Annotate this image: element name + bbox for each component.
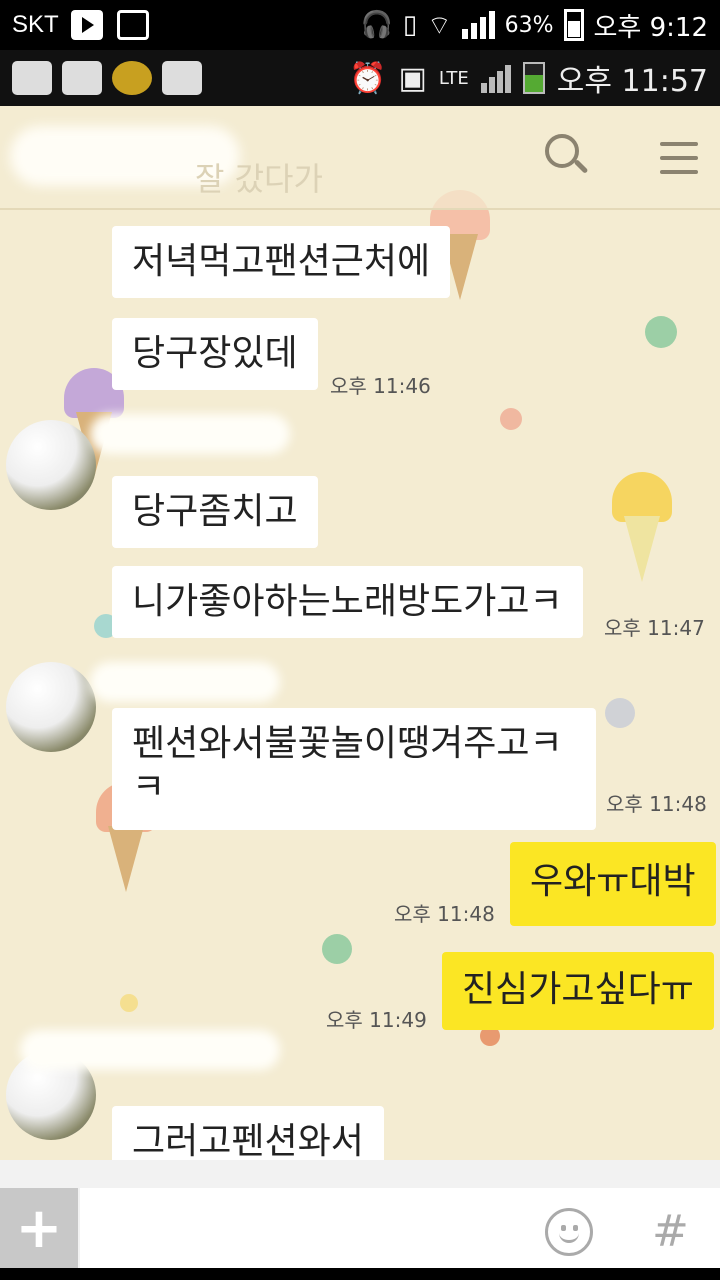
decor-dot [605,698,635,728]
message-time: 오후 11:48 [606,792,707,816]
message-bubble: 저녁먹고팬션근처에 [112,226,451,298]
input-bar: + # [0,1160,720,1268]
headset-icon: 🎧 [360,10,393,40]
battery-icon [522,62,545,94]
chat-header: 잘 갔다가 [0,106,720,210]
plus-button[interactable]: + [0,1188,78,1268]
clock: 오후 11:57 [556,64,708,99]
signal-icon [461,11,495,39]
my-message-bubble: 진심가고싶다ㅠ [442,952,714,1030]
message-time: 오후 11:48 [394,902,495,926]
sender-name-redacted [20,1030,280,1070]
message-time: 오후 11:47 [604,616,705,640]
message-bubble: 당구좀치고 [112,476,318,548]
battery-percent: 63% [504,12,554,38]
carrier-label: SKT [12,11,59,38]
alarm-icon: ⏰ [349,60,387,96]
message-bubble: 펜션와서불꽃놀이땡겨주고ㅋ ㅋ [112,708,596,830]
message-input[interactable] [80,1188,720,1268]
wifi-icon: ⌔ [427,10,452,41]
chat-area[interactable]: 잘 갔다가 저녁먹고팬션근처에 당구장있데 오후 11:46 당구좀치고 니가좋… [0,106,720,1160]
gallery-icon [62,61,102,95]
play-icon [70,10,103,40]
inner-status-bar: ⏰ ▣ LTE 오후 11:57 [0,50,720,106]
chat-subtitle: 잘 갔다가 [195,160,323,198]
avatar[interactable] [6,662,96,752]
sharp-search-button[interactable]: # [652,1206,689,1257]
emoticon-icon[interactable] [545,1208,593,1256]
vibrate-icon: ▯ [402,10,418,40]
decor-dot [322,934,352,964]
clock: 오후 9:12 [593,12,709,43]
my-message-bubble: 우와ㅠ대박 [510,842,716,926]
ice-cream-decor [612,472,672,582]
network-label: LTE [438,67,469,89]
search-icon[interactable] [545,134,589,178]
message-time: 오후 11:49 [326,1008,427,1032]
message-bubble: 그러고펜션와서 [112,1106,384,1160]
decor-dot [500,408,522,430]
decor-dot [120,994,138,1012]
bottom-edge [0,1268,720,1280]
add-icon [12,61,52,95]
image-icon [116,10,149,40]
message-bubble: 당구장있데 [112,318,318,390]
signal-icon [480,63,511,93]
outer-status-bar: SKT 🎧 ▯ ⌔ 63% 오후 9:12 [0,0,720,50]
decor-dot [645,316,677,348]
sim-icon: ▣ [398,60,427,96]
message-time: 오후 11:46 [330,374,431,398]
notification-icon [162,61,202,95]
sender-name-redacted [90,414,290,454]
message-bubble: 니가좋아하는노래방도가고ㅋ [112,566,583,638]
battery-icon [563,9,584,41]
avatar[interactable] [6,420,96,510]
sender-name-redacted [90,662,280,702]
menu-icon[interactable] [660,142,698,174]
app-g-icon [112,61,152,95]
